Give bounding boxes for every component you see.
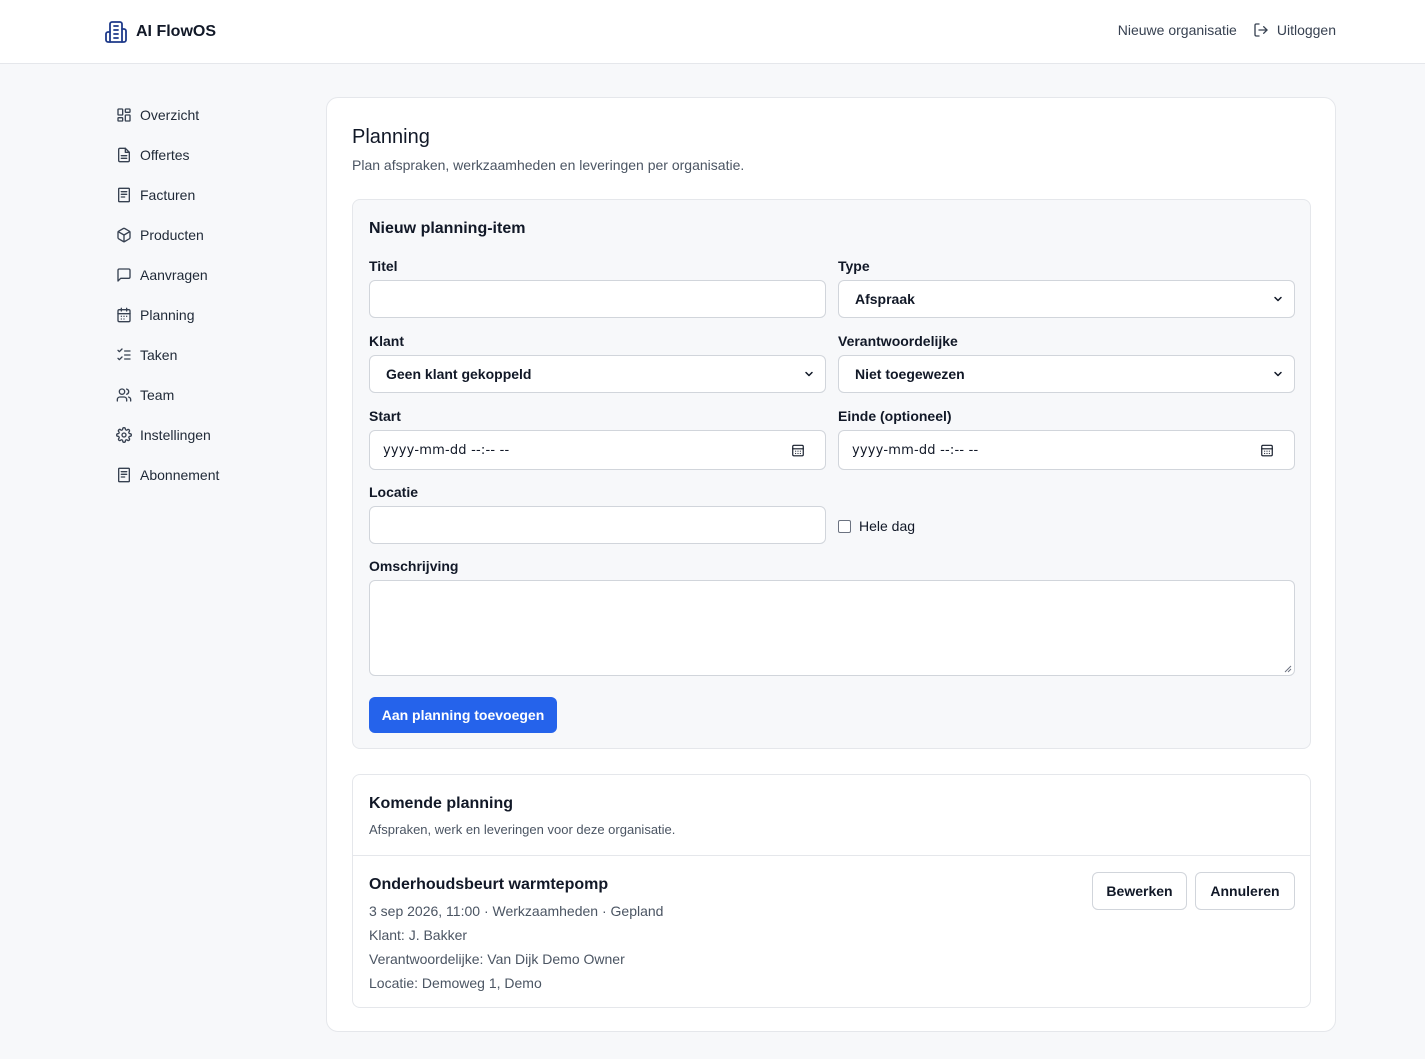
package-icon: [117, 227, 131, 243]
upcoming-planning-card: Komende planning Afspraken, werk en leve…: [352, 774, 1311, 1008]
users-icon: [116, 388, 132, 402]
klant-select[interactable]: Geen klant gekoppeld: [369, 355, 826, 393]
list-checks-icon: [117, 348, 131, 361]
page-subtitle: Plan afspraken, werkzaamheden en leverin…: [352, 157, 745, 173]
einde-datetime-input[interactable]: yyyy-mm-dd --:-- --: [838, 430, 1295, 470]
form-title: Nieuw planning-item: [369, 220, 526, 237]
sidebar-item-label: Facturen: [140, 187, 196, 203]
klant-select-value: Geen klant gekoppeld: [386, 366, 532, 382]
start-datetime-input[interactable]: yyyy-mm-dd --:-- --: [369, 430, 826, 470]
new-planning-form: Nieuw planning-item Titel Type Afspraak …: [352, 199, 1311, 749]
top-bar: AI FlowOS Nieuwe organisatie Uitloggen: [0, 0, 1425, 64]
file-text-icon: [118, 147, 130, 163]
app-name: AI FlowOS: [136, 23, 216, 40]
calendar-icon[interactable]: [1260, 443, 1274, 457]
sidebar-item-label: Taken: [140, 347, 178, 363]
verantwoordelijke-select-value: Niet toegewezen: [855, 366, 965, 382]
planning-item-klant: Klant: J. Bakker: [369, 927, 468, 943]
logout-label: Uitloggen: [1276, 22, 1336, 38]
start-label: Start: [369, 408, 401, 424]
hele-dag-checkbox[interactable]: [838, 519, 851, 533]
type-select-value: Afspraak: [855, 291, 915, 307]
sidebar-item-label: Instellingen: [140, 427, 211, 443]
verantwoordelijke-select[interactable]: Niet toegewezen: [838, 355, 1295, 393]
omschrijving-textarea[interactable]: [369, 580, 1295, 676]
start-placeholder: yyyy-mm-dd --:-- --: [383, 442, 510, 458]
chevron-down-icon: [1274, 371, 1282, 377]
log-out-icon: [1254, 23, 1268, 37]
building-icon: [105, 21, 127, 43]
brand[interactable]: AI FlowOS: [104, 20, 216, 44]
sidebar-item-overzicht[interactable]: Overzicht: [104, 95, 304, 135]
page-title: Planning: [352, 126, 430, 148]
cancel-button[interactable]: Annuleren: [1195, 872, 1295, 910]
gear-icon: [116, 427, 132, 443]
chevron-down-icon: [1274, 296, 1282, 302]
sidebar: Overzicht Offertes Facturen Producten Aa…: [104, 95, 304, 495]
klant-label: Klant: [369, 333, 404, 349]
einde-label: Einde (optioneel): [838, 408, 952, 424]
planning-item-meta: 3 sep 2026, 11:00 · Werkzaamheden · Gepl…: [369, 903, 664, 919]
einde-placeholder: yyyy-mm-dd --:-- --: [852, 442, 979, 458]
sidebar-item-producten[interactable]: Producten: [104, 215, 304, 255]
calendar-icon: [117, 307, 131, 323]
grid-icon: [117, 108, 131, 122]
type-select[interactable]: Afspraak: [838, 280, 1295, 318]
sidebar-item-aanvragen[interactable]: Aanvragen: [104, 255, 304, 295]
sidebar-item-taken[interactable]: Taken: [104, 335, 304, 375]
divider: [353, 855, 1310, 856]
sidebar-item-label: Abonnement: [140, 467, 220, 483]
add-to-planning-button[interactable]: Aan planning toevoegen: [369, 697, 557, 733]
sidebar-item-label: Offertes: [140, 147, 190, 163]
sidebar-item-label: Planning: [140, 307, 195, 323]
type-label: Type: [838, 258, 870, 274]
sidebar-item-label: Team: [140, 387, 175, 403]
locatie-input[interactable]: [369, 506, 826, 544]
omschrijving-label: Omschrijving: [369, 558, 459, 574]
receipt-icon: [118, 467, 130, 483]
titel-input[interactable]: [369, 280, 826, 318]
sidebar-item-planning[interactable]: Planning: [104, 295, 304, 335]
sidebar-item-instellingen[interactable]: Instellingen: [104, 415, 304, 455]
upcoming-subtitle: Afspraken, werk en leveringen voor deze …: [369, 822, 676, 837]
hele-dag-label: Hele dag: [859, 518, 916, 534]
planning-item-locatie: Locatie: Demoweg 1, Demo: [369, 975, 542, 991]
new-organization-link[interactable]: Nieuwe organisatie: [1118, 22, 1237, 38]
sidebar-item-label: Aanvragen: [140, 267, 208, 283]
chevron-down-icon: [805, 371, 813, 377]
sidebar-item-facturen[interactable]: Facturen: [104, 175, 304, 215]
upcoming-title: Komende planning: [369, 795, 513, 812]
edit-button[interactable]: Bewerken: [1092, 872, 1187, 910]
verantwoordelijke-label: Verantwoordelijke: [838, 333, 958, 349]
receipt-icon: [118, 187, 130, 203]
planning-item-verantwoordelijke: Verantwoordelijke: Van Dijk Demo Owner: [369, 951, 625, 967]
sidebar-item-label: Overzicht: [140, 107, 200, 123]
titel-label: Titel: [369, 258, 398, 274]
sidebar-item-label: Producten: [140, 227, 204, 243]
sidebar-item-offertes[interactable]: Offertes: [104, 135, 304, 175]
hele-dag-option[interactable]: Hele dag: [838, 518, 915, 534]
locatie-label: Locatie: [369, 484, 419, 500]
resize-handle-icon[interactable]: [1284, 665, 1292, 673]
sidebar-item-team[interactable]: Team: [104, 375, 304, 415]
planning-item-title: Onderhoudsbeurt warmtepomp: [369, 876, 609, 893]
logout-button[interactable]: Uitloggen: [1253, 22, 1336, 38]
calendar-icon[interactable]: [791, 443, 805, 457]
sidebar-item-abonnement[interactable]: Abonnement: [104, 455, 304, 495]
message-square-icon: [117, 268, 131, 282]
main-card: Planning Plan afspraken, werkzaamheden e…: [326, 97, 1336, 1032]
